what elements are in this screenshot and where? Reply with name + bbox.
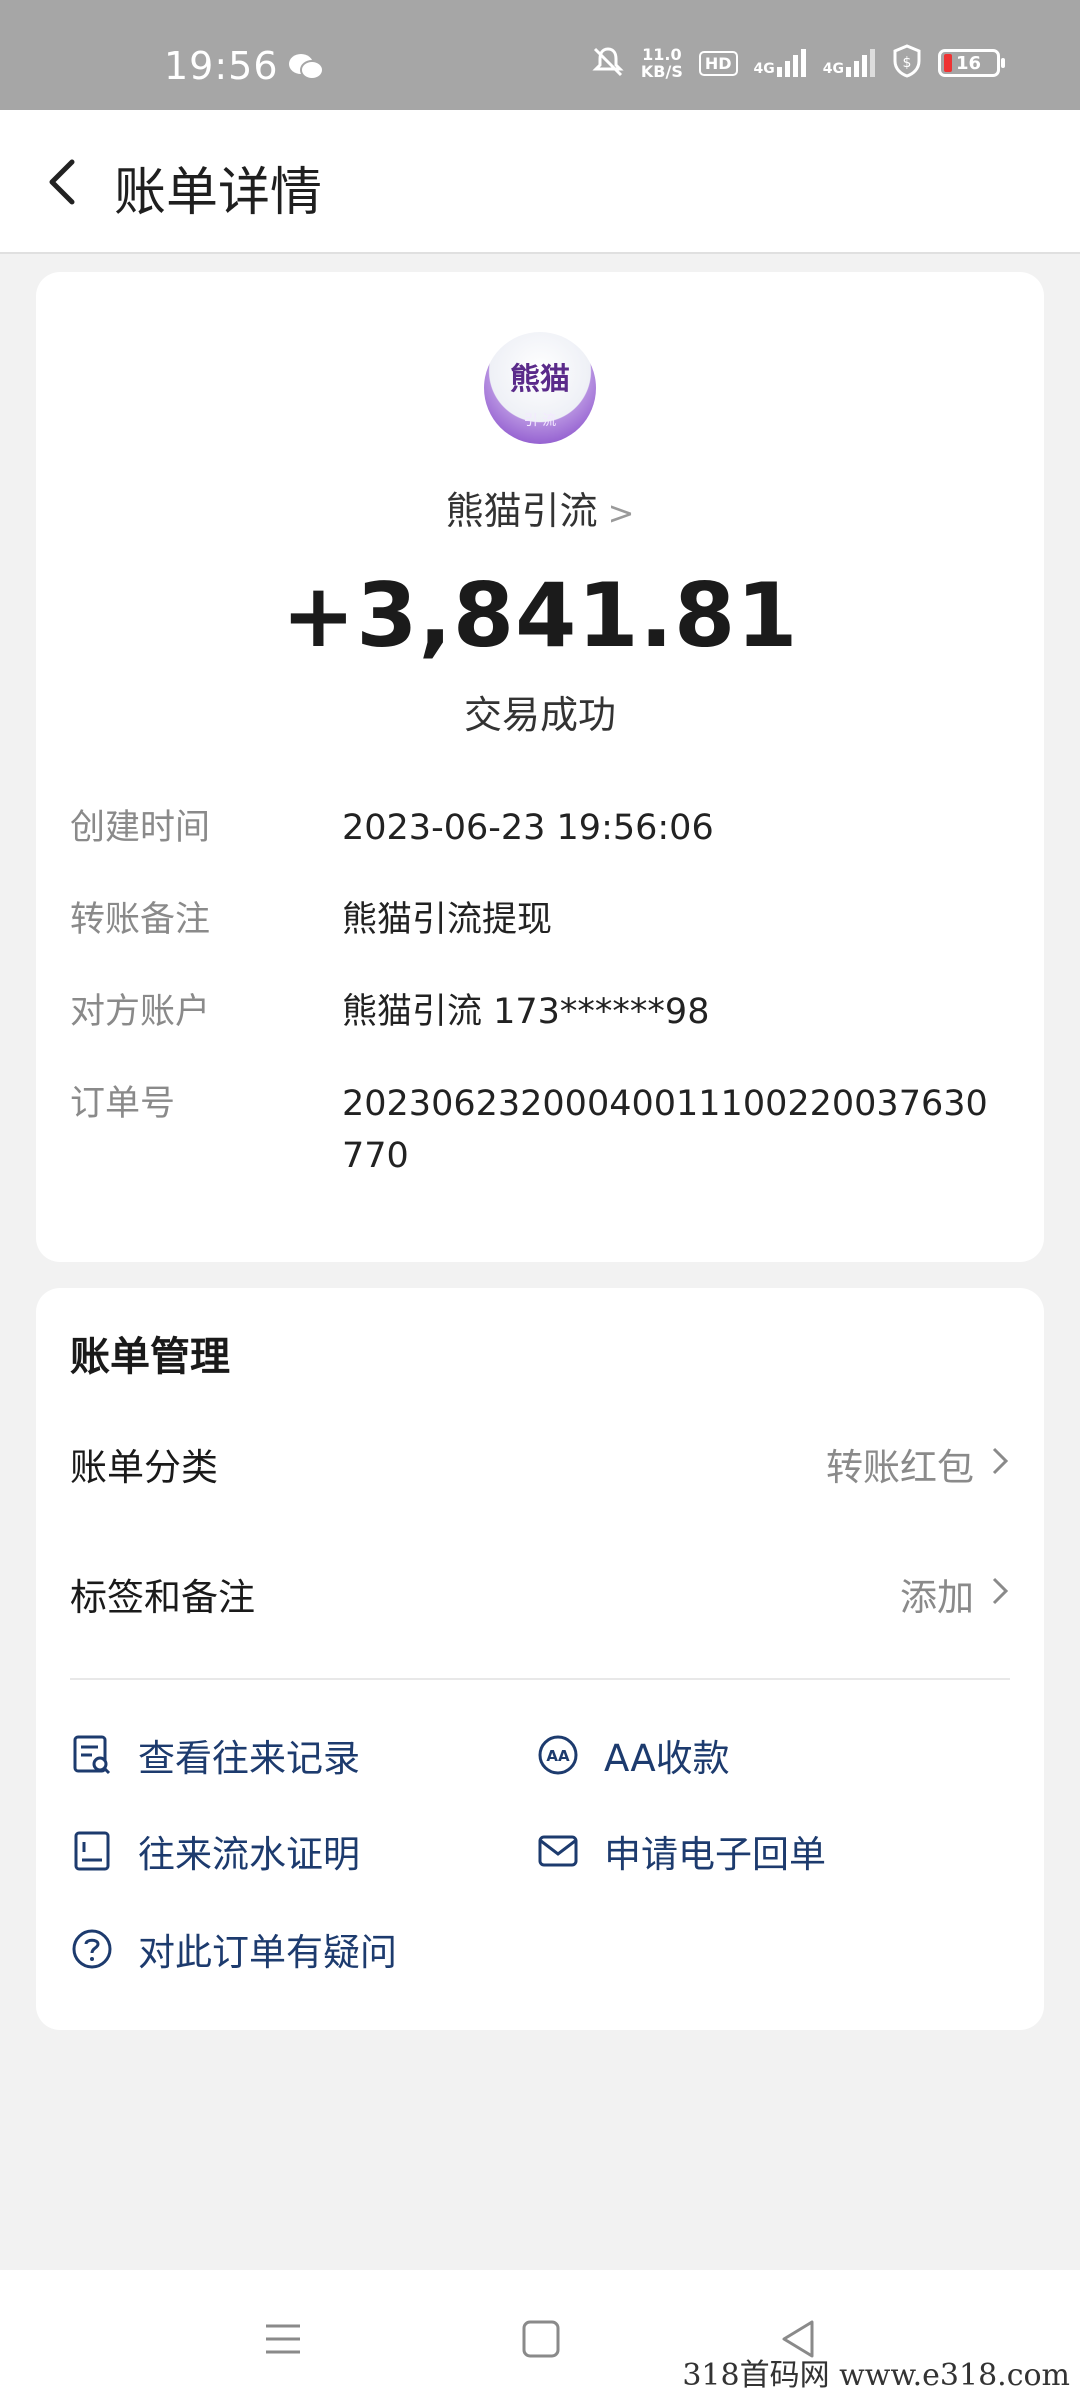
chevron-right-icon — [990, 1443, 1010, 1486]
tags-label: 标签和备注 — [70, 1576, 255, 1619]
bill-category-row[interactable]: 账单分类 转账红包 — [70, 1434, 1010, 1494]
status-bar: 19:56 11.0 KB/S HD 4G 4G $ 16 — [0, 0, 1080, 110]
action-label: 查看往来记录 — [138, 1737, 360, 1780]
detail-row: 订单号 20230623200040011100220037630770 — [70, 1078, 1020, 1182]
detail-value: 熊猫引流 173******98 — [342, 992, 710, 1032]
bill-management-card: 账单管理 账单分类 转账红包 标签和备注 添加 查看往来记录 AA AA收款 往… — [36, 1288, 1044, 2030]
chevron-right-icon: > — [607, 494, 635, 532]
svg-text:AA: AA — [546, 1747, 570, 1765]
detail-value: 熊猫引流提现 — [342, 900, 553, 940]
aa-icon: AA — [536, 1733, 580, 1777]
detail-label: 对方账户 — [70, 992, 211, 1032]
action-label: AA收款 — [604, 1737, 730, 1780]
network-speed: 11.0 KB/S — [640, 45, 683, 81]
detail-row: 对方账户 熊猫引流 173******98 — [70, 986, 1020, 1038]
battery-icon: 16 — [938, 49, 1005, 77]
divider — [70, 1678, 1010, 1680]
action-label: 申请电子回单 — [604, 1833, 826, 1876]
record-icon — [70, 1733, 114, 1777]
chevron-right-icon — [990, 1573, 1010, 1616]
tags-value: 添加 — [900, 1576, 974, 1619]
statement-icon — [70, 1829, 114, 1873]
mute-icon — [591, 45, 625, 81]
system-nav-bar: 318首码网 www.e318.com — [0, 2270, 1080, 2400]
signal-icon-2: 4G — [823, 49, 876, 77]
wechat-icon — [288, 52, 324, 86]
view-records-button[interactable]: 查看往来记录 — [70, 1728, 360, 1782]
hd-badge: HD — [698, 50, 738, 76]
question-icon — [70, 1927, 114, 1971]
title-bar: 账单详情 — [0, 110, 1080, 254]
category-value: 转账红包 — [826, 1446, 974, 1489]
svg-text:$: $ — [903, 55, 912, 71]
mail-icon — [536, 1829, 580, 1873]
detail-label: 转账备注 — [70, 900, 211, 940]
action-label: 对此订单有疑问 — [138, 1931, 397, 1974]
action-label: 往来流水证明 — [138, 1833, 360, 1876]
payee-name-link[interactable]: 熊猫引流 > — [36, 480, 1044, 535]
detail-row: 转账备注 熊猫引流提现 — [70, 894, 1020, 946]
back-icon[interactable] — [36, 154, 92, 210]
section-title: 账单管理 — [70, 1334, 230, 1380]
transaction-status: 交易成功 — [463, 693, 616, 737]
detail-value: 2023-06-23 19:56:06 — [342, 808, 714, 848]
detail-label: 订单号 — [70, 1084, 176, 1124]
aa-collect-button[interactable]: AA AA收款 — [536, 1728, 730, 1782]
payee-name: 熊猫引流 — [445, 489, 598, 533]
shield-icon: $ — [892, 44, 922, 82]
signal-icon: 4G — [754, 49, 807, 77]
category-label: 账单分类 — [70, 1446, 218, 1489]
order-number: 20230623200040011100220037630770 — [342, 1084, 988, 1176]
watermark-text: 318首码网 www.e318.com — [682, 2358, 1070, 2393]
detail-label: 创建时间 — [70, 808, 211, 848]
transaction-card: 熊猫 引 流 熊猫引流 > +3,841.81 交易成功 创建时间 2023-06… — [36, 272, 1044, 1262]
order-question-button[interactable]: 对此订单有疑问 — [70, 1922, 397, 1976]
transaction-amount: +3,841.81 — [281, 564, 799, 667]
status-time: 19:56 — [164, 44, 279, 88]
detail-row: 创建时间 2023-06-23 19:56:06 — [70, 802, 1020, 854]
e-receipt-button[interactable]: 申请电子回单 — [536, 1824, 826, 1878]
page-title: 账单详情 — [114, 163, 323, 223]
statement-proof-button[interactable]: 往来流水证明 — [70, 1824, 360, 1878]
details-list: 创建时间 2023-06-23 19:56:06 转账备注 熊猫引流提现 对方账… — [70, 802, 1020, 1222]
menu-icon[interactable] — [258, 2314, 308, 2364]
tags-notes-row[interactable]: 标签和备注 添加 — [70, 1564, 1010, 1624]
home-icon[interactable] — [516, 2314, 566, 2364]
payee-avatar[interactable]: 熊猫 引 流 — [484, 332, 596, 444]
